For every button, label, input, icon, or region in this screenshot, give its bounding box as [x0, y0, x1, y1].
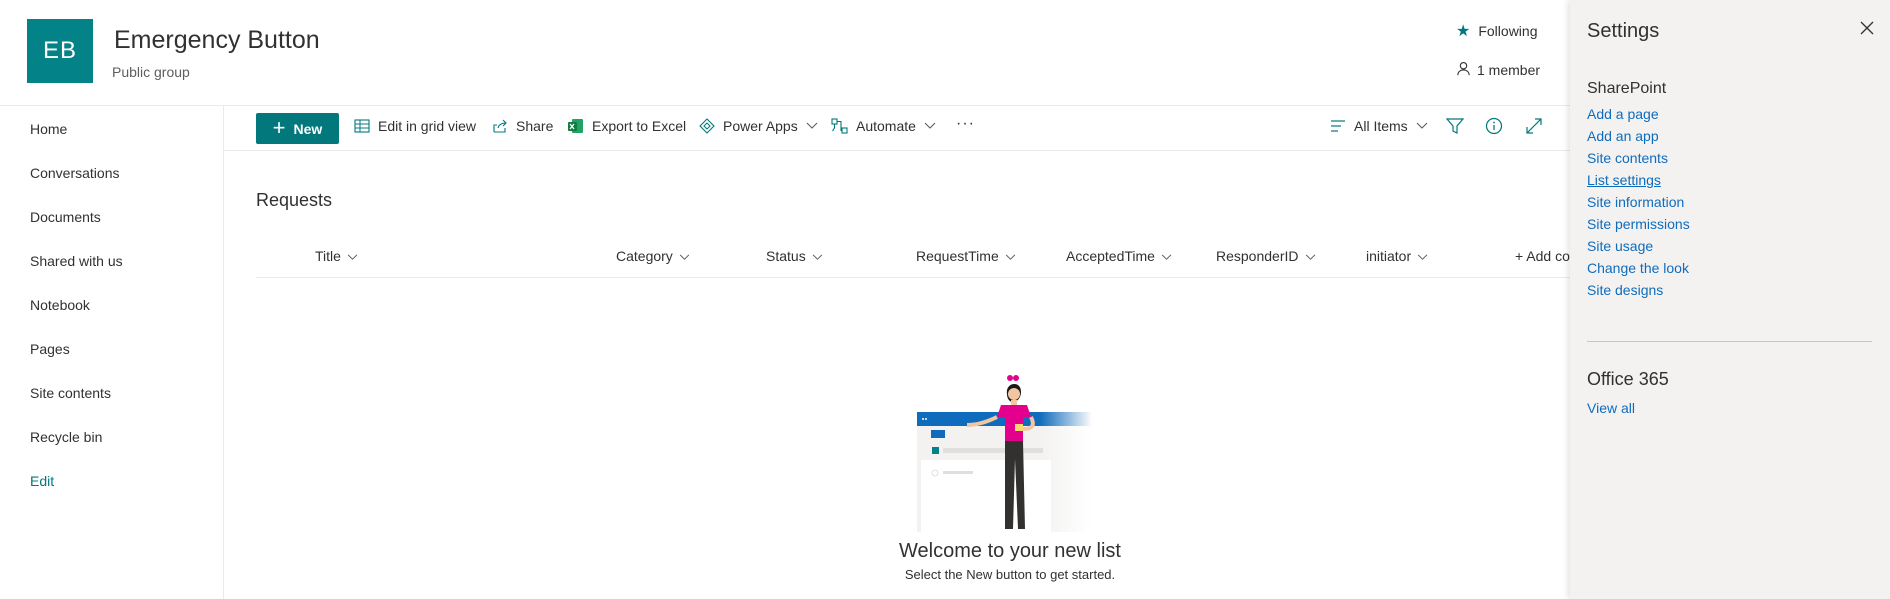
automate-icon — [831, 118, 848, 134]
view-selector[interactable]: All Items — [1330, 118, 1428, 134]
site-subtitle: Public group — [112, 64, 190, 80]
settings-link-site-designs[interactable]: Site designs — [1587, 282, 1663, 298]
chevron-down-icon — [1417, 248, 1428, 264]
site-title[interactable]: Emergency Button — [114, 26, 320, 55]
settings-link-list-settings[interactable]: List settings — [1587, 172, 1661, 188]
edit-grid-view-button[interactable]: Edit in grid view — [354, 118, 476, 134]
automate-label: Automate — [856, 118, 916, 134]
star-icon: ★ — [1456, 23, 1471, 40]
sharepoint-heading: SharePoint — [1587, 80, 1667, 97]
settings-link-site-contents[interactable]: Site contents — [1587, 150, 1668, 166]
share-button[interactable]: Share — [492, 118, 553, 134]
export-to-excel-label: Export to Excel — [592, 118, 687, 134]
view-selector-label: All Items — [1354, 118, 1408, 134]
chevron-down-icon — [924, 122, 936, 130]
nav-item-shared-with-us[interactable]: Shared with us — [30, 253, 123, 269]
settings-link-change-look[interactable]: Change the look — [1587, 260, 1689, 276]
list-view-icon — [1330, 119, 1346, 133]
column-label: Category — [616, 248, 673, 264]
settings-panel: Settings SharePoint Add a page Add an ap… — [1570, 0, 1890, 599]
chevron-down-icon — [347, 248, 358, 264]
chevron-down-icon — [806, 122, 818, 130]
nav-item-documents[interactable]: Documents — [30, 209, 101, 225]
column-label: ResponderID — [1216, 248, 1299, 264]
members-label: 1 member — [1477, 62, 1541, 78]
command-bar: + New Edit in grid view Share Export to … — [224, 106, 1570, 151]
settings-link-add-page[interactable]: Add a page — [1587, 106, 1659, 122]
grid-icon — [354, 118, 370, 134]
column-header-initiator[interactable]: initiator — [1366, 248, 1428, 264]
nav-item-conversations[interactable]: Conversations — [30, 165, 120, 181]
column-label: AcceptedTime — [1066, 248, 1155, 264]
empty-state-title: Welcome to your new list — [899, 540, 1121, 562]
settings-divider — [1587, 341, 1872, 342]
column-header-category[interactable]: Category — [616, 248, 690, 264]
column-header-requesttime[interactable]: RequestTime — [916, 248, 1016, 264]
sharepoint-page: EB Emergency Button Public group ★ Follo… — [0, 0, 1890, 599]
plus-icon: + — [272, 114, 286, 140]
chevron-down-icon — [1416, 122, 1428, 130]
nav-item-home[interactable]: Home — [30, 121, 67, 137]
following-button[interactable]: ★ Following — [1456, 21, 1537, 41]
automate-button[interactable]: Automate — [831, 118, 936, 134]
filter-icon[interactable] — [1445, 117, 1465, 140]
nav-item-recycle-bin[interactable]: Recycle bin — [30, 429, 102, 445]
column-header-title[interactable]: Title — [315, 248, 358, 264]
close-icon[interactable] — [1859, 20, 1875, 41]
info-icon[interactable] — [1485, 117, 1503, 140]
chevron-down-icon — [812, 248, 823, 264]
column-label: initiator — [1366, 248, 1412, 264]
settings-link-site-information[interactable]: Site information — [1587, 194, 1684, 210]
nav-edit-link[interactable]: Edit — [30, 473, 54, 489]
column-label: Status — [766, 248, 806, 264]
office-365-heading: Office 365 — [1587, 369, 1669, 389]
list-title: Requests — [256, 190, 333, 210]
column-label: Title — [315, 248, 341, 264]
power-apps-button[interactable]: Power Apps — [699, 118, 818, 134]
excel-icon — [567, 118, 584, 134]
empty-list-illustration — [915, 372, 1095, 537]
settings-link-add-app[interactable]: Add an app — [1587, 128, 1659, 144]
chevron-down-icon — [1305, 248, 1316, 264]
column-header-acceptedtime[interactable]: AcceptedTime — [1066, 248, 1172, 264]
header-divider — [256, 277, 1570, 278]
settings-link-site-usage[interactable]: Site usage — [1587, 238, 1653, 254]
following-label: Following — [1478, 23, 1538, 39]
person-icon — [1456, 61, 1471, 79]
nav-item-site-contents[interactable]: Site contents — [30, 385, 111, 401]
settings-link-site-permissions[interactable]: Site permissions — [1587, 216, 1690, 232]
column-label: RequestTime — [916, 248, 999, 264]
site-header: EB Emergency Button Public group ★ Follo… — [0, 0, 1570, 106]
power-apps-icon — [699, 118, 715, 134]
share-icon — [492, 118, 508, 134]
members-button[interactable]: 1 member — [1456, 61, 1540, 79]
settings-title: Settings — [1587, 20, 1660, 42]
add-column-button[interactable]: + Add co — [1515, 248, 1570, 264]
empty-state-subtitle: Select the New button to get started. — [904, 567, 1116, 582]
share-label: Share — [516, 118, 554, 134]
nav-item-notebook[interactable]: Notebook — [30, 297, 90, 313]
chevron-down-icon — [1005, 248, 1016, 264]
settings-link-view-all[interactable]: View all — [1587, 400, 1635, 416]
power-apps-label: Power Apps — [723, 118, 798, 134]
more-actions-button[interactable]: ··· — [956, 115, 975, 133]
new-button[interactable]: + New — [256, 113, 339, 144]
export-to-excel-button[interactable]: Export to Excel — [567, 118, 686, 134]
column-header-responderid[interactable]: ResponderID — [1216, 248, 1316, 264]
nav-item-pages[interactable]: Pages — [30, 341, 70, 357]
expand-icon[interactable] — [1525, 117, 1543, 140]
chevron-down-icon — [1161, 248, 1172, 264]
chevron-down-icon — [679, 248, 690, 264]
edit-grid-view-label: Edit in grid view — [378, 118, 477, 134]
new-button-label: New — [293, 120, 323, 137]
site-logo[interactable]: EB — [27, 19, 93, 83]
column-header-status[interactable]: Status — [766, 248, 823, 264]
